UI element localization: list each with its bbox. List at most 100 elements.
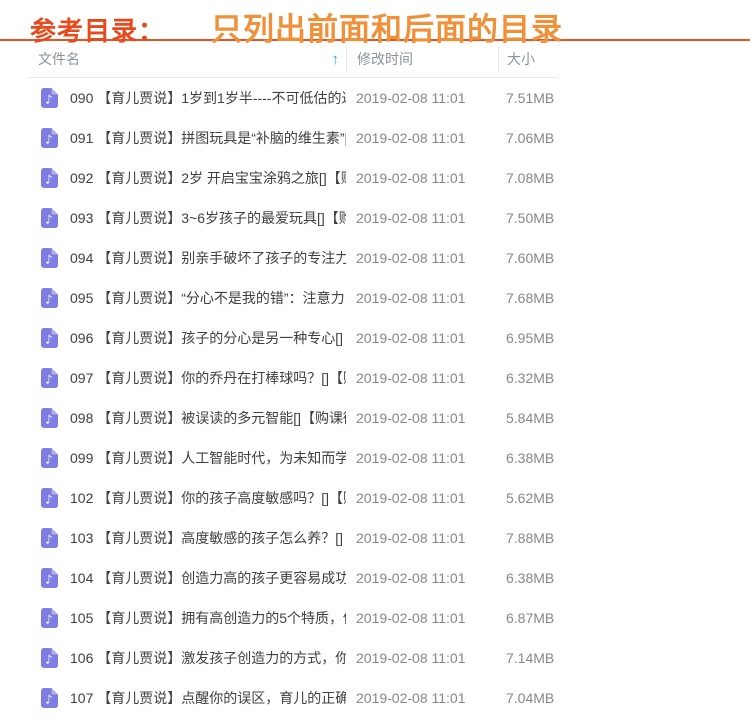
table-row[interactable]: ♪ 099 【育儿贾说】人工智能时代，为未知而学习[]... 2019-02-0… [28, 438, 558, 478]
file-name-cell: ♪ 099 【育儿贾说】人工智能时代，为未知而学习[]... [28, 447, 346, 469]
file-size: 6.38MB [498, 570, 558, 586]
file-name-cell: ♪ 091 【育儿贾说】拼图玩具是“补脑的维生素”[]... [28, 127, 346, 149]
table-row[interactable]: ♪ 106 【育儿贾说】激发孩子创造力的方式，你会... 2019-02-08 … [28, 638, 558, 678]
file-name[interactable]: 107 【育儿贾说】点醒你的误区，育儿的正确打... [70, 688, 346, 708]
file-modified-time: 2019-02-08 11:01 [346, 130, 498, 146]
table-row[interactable]: ♪ 097 【育儿贾说】你的乔丹在打棒球吗？[]【购课... 2019-02-0… [28, 358, 558, 398]
file-size: 7.51MB [498, 90, 558, 106]
file-name[interactable]: 099 【育儿贾说】人工智能时代，为未知而学习[]... [70, 448, 346, 468]
svg-text:♪: ♪ [45, 413, 53, 427]
file-size: 7.08MB [498, 170, 558, 186]
table-row[interactable]: ♪ 104 【育儿贾说】创造力高的孩子更容易成功[]【... 2019-02-0… [28, 558, 558, 598]
file-modified-time: 2019-02-08 11:01 [346, 290, 498, 306]
svg-text:♪: ♪ [45, 133, 53, 147]
file-name-cell: ♪ 090 【育儿贾说】1岁到1岁半----不可低估的过... [28, 87, 346, 109]
audio-file-icon: ♪ [38, 127, 60, 149]
file-name[interactable]: 094 【育儿贾说】别亲手破坏了孩子的专注力[]【... [70, 248, 346, 268]
audio-file-icon: ♪ [38, 607, 60, 629]
file-modified-time: 2019-02-08 11:01 [346, 530, 498, 546]
file-modified-time: 2019-02-08 11:01 [346, 570, 498, 586]
file-name-cell: ♪ 103 【育儿贾说】高度敏感的孩子怎么养？[]【购... [28, 527, 346, 549]
file-name[interactable]: 093 【育儿贾说】3~6岁孩子的最爱玩具[]【购课... [70, 208, 346, 228]
table-row[interactable]: ♪ 091 【育儿贾说】拼图玩具是“补脑的维生素”[]... 2019-02-0… [28, 118, 558, 158]
file-modified-time: 2019-02-08 11:01 [346, 210, 498, 226]
column-label-filename: 文件名 [38, 49, 80, 69]
table-row[interactable]: ♪ 102 【育儿贾说】你的孩子高度敏感吗？[]【购课... 2019-02-0… [28, 478, 558, 518]
file-name-cell: ♪ 104 【育儿贾说】创造力高的孩子更容易成功[]【... [28, 567, 346, 589]
file-name[interactable]: 095 【育儿贾说】“分心不是我的错”：注意力... [70, 288, 346, 308]
svg-text:♪: ♪ [45, 653, 53, 667]
svg-text:♪: ♪ [45, 493, 53, 507]
audio-file-icon: ♪ [38, 207, 60, 229]
file-name[interactable]: 091 【育儿贾说】拼图玩具是“补脑的维生素”[]... [70, 128, 346, 148]
file-size: 6.32MB [498, 370, 558, 386]
file-modified-time: 2019-02-08 11:01 [346, 450, 498, 466]
file-size: 7.88MB [498, 530, 558, 546]
file-name[interactable]: 092 【育儿贾说】2岁 开启宝宝涂鸦之旅[]【购课... [70, 168, 346, 188]
svg-text:♪: ♪ [45, 693, 53, 707]
audio-file-icon: ♪ [38, 647, 60, 669]
file-name-cell: ♪ 096 【育儿贾说】孩子的分心是另一种专心[]【购... [28, 327, 346, 349]
audio-file-icon: ♪ [38, 487, 60, 509]
file-name-cell: ♪ 098 【育儿贾说】被误读的多元智能[]【购课微信... [28, 407, 346, 429]
file-name-cell: ♪ 105 【育儿贾说】拥有高创造力的5个特质，你家... [28, 607, 346, 629]
table-row[interactable]: ♪ 096 【育儿贾说】孩子的分心是另一种专心[]【购... 2019-02-0… [28, 318, 558, 358]
file-size: 7.14MB [498, 650, 558, 666]
table-row[interactable]: ♪ 094 【育儿贾说】别亲手破坏了孩子的专注力[]【... 2019-02-0… [28, 238, 558, 278]
table-header: 文件名 ↑ 修改时间 大小 [28, 41, 558, 78]
svg-text:♪: ♪ [45, 373, 53, 387]
table-row[interactable]: ♪ 092 【育儿贾说】2岁 开启宝宝涂鸦之旅[]【购课... 2019-02-… [28, 158, 558, 198]
file-name[interactable]: 098 【育儿贾说】被误读的多元智能[]【购课微信... [70, 408, 346, 428]
file-name-cell: ♪ 102 【育儿贾说】你的孩子高度敏感吗？[]【购课... [28, 487, 346, 509]
table-row[interactable]: ♪ 105 【育儿贾说】拥有高创造力的5个特质，你家... 2019-02-08… [28, 598, 558, 638]
svg-text:♪: ♪ [45, 253, 53, 267]
file-name[interactable]: 103 【育儿贾说】高度敏感的孩子怎么养？[]【购... [70, 528, 346, 548]
table-row[interactable]: ♪ 098 【育儿贾说】被误读的多元智能[]【购课微信... 2019-02-0… [28, 398, 558, 438]
file-name[interactable]: 090 【育儿贾说】1岁到1岁半----不可低估的过... [70, 88, 346, 108]
file-name[interactable]: 106 【育儿贾说】激发孩子创造力的方式，你会... [70, 648, 346, 668]
table-row[interactable]: ♪ 103 【育儿贾说】高度敏感的孩子怎么养？[]【购... 2019-02-0… [28, 518, 558, 558]
audio-file-icon: ♪ [38, 527, 60, 549]
svg-text:♪: ♪ [45, 93, 53, 107]
table-row[interactable]: ♪ 107 【育儿贾说】点醒你的误区，育儿的正确打... 2019-02-08 … [28, 678, 558, 718]
file-size: 5.84MB [498, 410, 558, 426]
audio-file-icon: ♪ [38, 567, 60, 589]
file-name[interactable]: 096 【育儿贾说】孩子的分心是另一种专心[]【购... [70, 328, 346, 348]
table-row[interactable]: ♪ 090 【育儿贾说】1岁到1岁半----不可低估的过... 2019-02-… [28, 78, 558, 118]
file-table: 文件名 ↑ 修改时间 大小 ♪ 090 【育儿贾说】1岁到1岁半----不可低估… [28, 41, 558, 718]
file-size: 6.87MB [498, 610, 558, 626]
file-modified-time: 2019-02-08 11:01 [346, 370, 498, 386]
sort-ascending-icon[interactable]: ↑ [332, 51, 340, 68]
file-size: 7.60MB [498, 250, 558, 266]
file-modified-time: 2019-02-08 11:01 [346, 690, 498, 706]
audio-file-icon: ♪ [38, 407, 60, 429]
svg-text:♪: ♪ [45, 333, 53, 347]
column-header-size[interactable]: 大小 [498, 46, 558, 72]
file-size: 7.50MB [498, 210, 558, 226]
file-modified-time: 2019-02-08 11:01 [346, 410, 498, 426]
file-size: 6.38MB [498, 450, 558, 466]
audio-file-icon: ♪ [38, 327, 60, 349]
file-modified-time: 2019-02-08 11:01 [346, 490, 498, 506]
svg-text:♪: ♪ [45, 613, 53, 627]
svg-text:♪: ♪ [45, 213, 53, 227]
file-modified-time: 2019-02-08 11:01 [346, 610, 498, 626]
table-row[interactable]: ♪ 095 【育儿贾说】“分心不是我的错”：注意力... 2019-02-08 … [28, 278, 558, 318]
column-header-filename[interactable]: 文件名 ↑ [28, 41, 346, 77]
column-header-modified-time[interactable]: 修改时间 [346, 46, 498, 72]
file-modified-time: 2019-02-08 11:01 [346, 250, 498, 266]
audio-file-icon: ♪ [38, 687, 60, 709]
file-name[interactable]: 102 【育儿贾说】你的孩子高度敏感吗？[]【购课... [70, 488, 346, 508]
audio-file-icon: ♪ [38, 367, 60, 389]
file-modified-time: 2019-02-08 11:01 [346, 650, 498, 666]
svg-text:♪: ♪ [45, 573, 53, 587]
file-modified-time: 2019-02-08 11:01 [346, 170, 498, 186]
file-size: 6.95MB [498, 330, 558, 346]
svg-text:♪: ♪ [45, 533, 53, 547]
file-name[interactable]: 097 【育儿贾说】你的乔丹在打棒球吗？[]【购课... [70, 368, 346, 388]
file-name[interactable]: 104 【育儿贾说】创造力高的孩子更容易成功[]【... [70, 568, 346, 588]
file-name[interactable]: 105 【育儿贾说】拥有高创造力的5个特质，你家... [70, 608, 346, 628]
svg-text:♪: ♪ [45, 453, 53, 467]
table-row[interactable]: ♪ 093 【育儿贾说】3~6岁孩子的最爱玩具[]【购课... 2019-02-… [28, 198, 558, 238]
audio-file-icon: ♪ [38, 247, 60, 269]
